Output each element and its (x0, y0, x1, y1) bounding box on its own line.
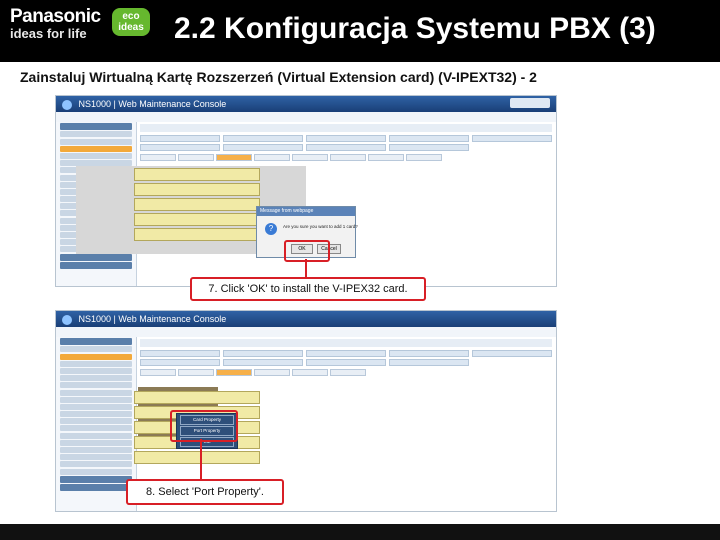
question-icon: ? (265, 223, 277, 235)
slide-subtitle: Zainstaluj Wirtualną Kartę Rozszerzeń (V… (20, 69, 537, 85)
eco-line1: eco (122, 11, 140, 22)
login-bar (56, 327, 556, 337)
app-title: NS1000 | Web Maintenance Console (78, 314, 227, 324)
footer-strip (0, 524, 720, 540)
dialog-text: Are you sure you want to add 1 card? (283, 224, 358, 229)
callout-step-7: 7. Click 'OK' to install the V-IPEX32 ca… (190, 277, 426, 301)
app-logo-icon (62, 99, 72, 110)
app-title-bar: NS1000 | Web Maintenance Console (56, 311, 556, 327)
search-box[interactable] (510, 98, 550, 108)
ok-highlight (284, 240, 330, 262)
app-title-bar: NS1000 | Web Maintenance Console (56, 96, 556, 112)
eco-ideas-logo: eco ideas (112, 8, 150, 36)
port-property-highlight (170, 410, 238, 442)
callout-step-8: 8. Select 'Port Property'. (126, 479, 284, 505)
app-logo-icon (62, 314, 72, 325)
app-title: NS1000 | Web Maintenance Console (78, 99, 227, 109)
brand-tagline: ideas for life (10, 26, 87, 41)
brand-name: Panasonic (10, 6, 101, 27)
callout-connector-2 (200, 439, 202, 479)
slide-header: Panasonic ideas for life eco ideas 2.2 K… (0, 0, 720, 62)
dialog-title: Message from webpage (257, 207, 355, 216)
eco-line2: ideas (118, 22, 144, 33)
slide-title: 2.2 Konfiguracja Systemu PBX (3) (174, 12, 656, 45)
sidebar-menu (56, 337, 137, 511)
login-bar (56, 112, 556, 122)
callout-connector-1 (305, 259, 307, 277)
card-slots (134, 168, 260, 243)
panasonic-logo: Panasonic ideas for life (10, 6, 101, 41)
